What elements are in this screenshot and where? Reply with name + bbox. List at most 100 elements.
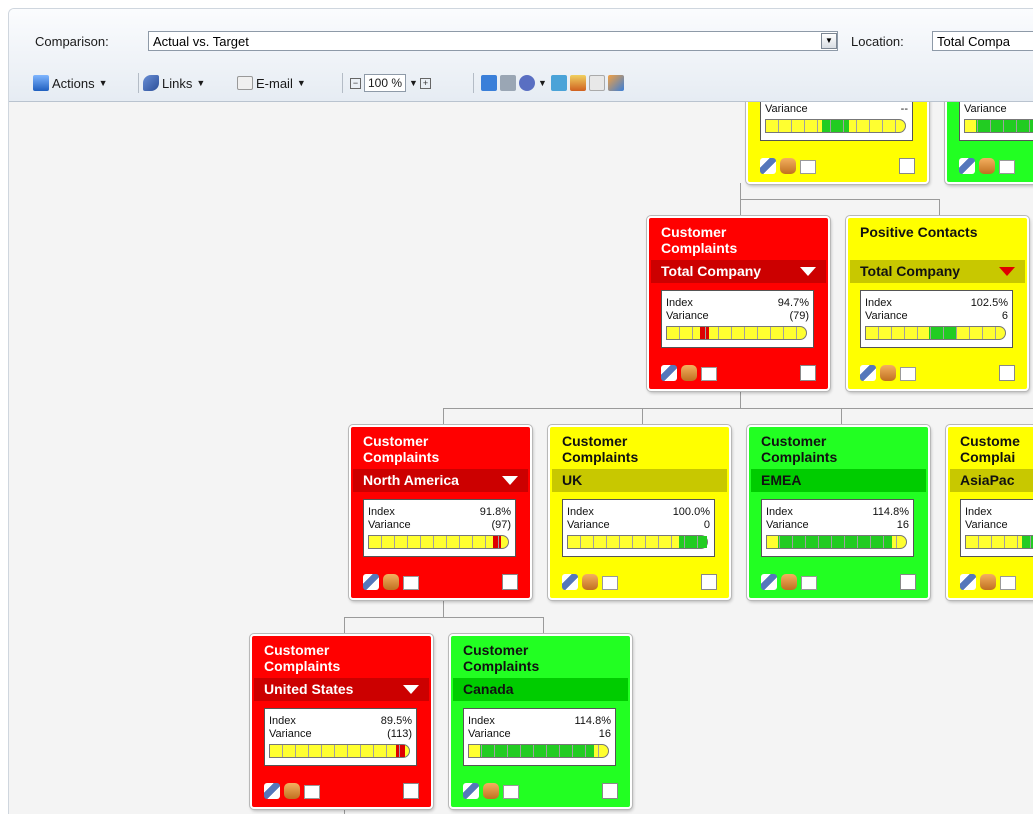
envelope-icon[interactable]: [503, 785, 519, 799]
index-label: Index: [567, 506, 594, 518]
edit-icon[interactable]: [661, 365, 677, 381]
kpi-title-line2: Complaints: [661, 240, 738, 256]
collaborate-icon[interactable]: [582, 574, 598, 590]
kpi-card[interactable]: Customer Complaints EMEA Index 114.8% Varianc…: [747, 425, 930, 600]
edit-icon[interactable]: [761, 574, 777, 590]
zoom-input[interactable]: 100 %: [364, 74, 407, 92]
collaborate-icon[interactable]: [681, 365, 697, 381]
index-value: 102.5%: [970, 297, 1008, 309]
report-icon[interactable]: [502, 574, 518, 590]
layout-icon[interactable]: [569, 75, 586, 91]
kpi-card[interactable]: Positive Contacts Total Company Index 102.5…: [846, 216, 1029, 391]
settings-icon[interactable]: [519, 75, 535, 91]
edit-icon[interactable]: [562, 574, 578, 590]
edit-icon[interactable]: [463, 783, 479, 799]
index-value: 100.0%: [672, 506, 710, 518]
chevron-down-icon[interactable]: ▼: [538, 78, 547, 88]
kpi-location-band: North America: [353, 469, 528, 492]
variance-value: (113): [387, 728, 412, 740]
kpi-card[interactable]: IndexVariance--: [746, 102, 929, 184]
kpi-card[interactable]: Customer Complaints UK Index 100.0% Variance 0: [548, 425, 731, 600]
kpi-actions: [960, 572, 1033, 590]
edit-icon[interactable]: [264, 783, 280, 799]
header-panel: Comparison: Actual vs. Target ▼ Location…: [9, 9, 1033, 102]
report-icon[interactable]: [899, 158, 915, 174]
toolbar-divider: [473, 73, 474, 93]
location-select[interactable]: Total Compa: [932, 31, 1033, 51]
report-icon[interactable]: [701, 574, 717, 590]
envelope-icon[interactable]: [999, 160, 1015, 174]
links-menu[interactable]: Links ▼: [143, 71, 205, 95]
kpi-title: Customer Complaints: [661, 224, 737, 256]
edit-icon[interactable]: [760, 158, 776, 174]
envelope-icon[interactable]: [900, 367, 916, 381]
collaborate-icon[interactable]: [880, 365, 896, 381]
gauge-ticks: [667, 327, 806, 339]
kpi-location-band: AsiaPac: [950, 469, 1033, 492]
email-menu[interactable]: E-mail ▼: [237, 71, 306, 95]
print-icon[interactable]: [500, 75, 516, 91]
save-icon[interactable]: [481, 75, 497, 91]
collaborate-icon[interactable]: [483, 783, 499, 799]
tree-connector: [740, 183, 741, 199]
export-icon[interactable]: [550, 75, 567, 91]
zoom-out-icon[interactable]: −: [350, 77, 361, 89]
share-icon[interactable]: [607, 75, 624, 91]
tree-connector: [543, 617, 544, 633]
actions-menu[interactable]: Actions ▼: [33, 71, 108, 95]
report-icon[interactable]: [900, 574, 916, 590]
edit-icon[interactable]: [959, 158, 975, 174]
chevron-down-icon: ▼: [825, 36, 833, 45]
variance-value: (79): [789, 310, 809, 322]
collaborate-icon[interactable]: [780, 158, 796, 174]
kpi-card[interactable]: Custome Complai AsiaPac Index Variance: [946, 425, 1033, 600]
collaborate-icon[interactable]: [980, 574, 996, 590]
toolbar-divider: [342, 73, 343, 93]
kpi-metrics-box: Index 94.7% Variance (79): [661, 290, 814, 348]
kpi-title-line1: Customer: [562, 433, 628, 449]
edit-icon[interactable]: [363, 574, 379, 590]
kpi-card[interactable]: Customer Complaints United States Index 89.5…: [250, 634, 433, 809]
comparison-dropdown-button[interactable]: ▼: [821, 33, 837, 49]
index-label: Index: [269, 715, 296, 727]
edit-icon[interactable]: [860, 365, 876, 381]
collaborate-icon[interactable]: [383, 574, 399, 590]
kpi-location-label: North America: [363, 472, 459, 488]
blank-page-icon[interactable]: [588, 75, 605, 91]
envelope-icon[interactable]: [602, 576, 618, 590]
kpi-card[interactable]: Customer Complaints Canada Index 114.8% Varia…: [449, 634, 632, 809]
collaborate-icon[interactable]: [979, 158, 995, 174]
envelope-icon[interactable]: [1000, 576, 1016, 590]
chevron-down-icon[interactable]: ▼: [409, 78, 418, 88]
kpi-card[interactable]: Customer Complaints North America Index 91.8…: [349, 425, 532, 600]
scorecard-tree-canvas[interactable]: IndexVariance--IndexVarianceCustomerComp…: [9, 102, 1033, 814]
kpi-card[interactable]: Customer Complaints Total Company Index 94.7…: [647, 216, 830, 391]
collaborate-icon[interactable]: [284, 783, 300, 799]
kpi-actions: [363, 572, 518, 590]
envelope-icon[interactable]: [701, 367, 717, 381]
variance-gauge: [765, 119, 906, 133]
variance-label: Variance: [865, 310, 908, 322]
report-icon[interactable]: [999, 365, 1015, 381]
envelope-icon[interactable]: [403, 576, 419, 590]
collaborate-icon[interactable]: [781, 574, 797, 590]
kpi-title: Customer Complaints: [463, 642, 539, 674]
report-icon[interactable]: [800, 365, 816, 381]
envelope-icon[interactable]: [800, 160, 816, 174]
report-icon[interactable]: [602, 783, 618, 799]
edit-icon[interactable]: [960, 574, 976, 590]
variance-row: Variance (79): [666, 310, 809, 323]
actions-label: Actions: [52, 75, 95, 91]
index-label: Index: [666, 297, 693, 309]
report-icon[interactable]: [403, 783, 419, 799]
zoom-in-icon[interactable]: +: [419, 77, 431, 89]
index-label: Index: [368, 506, 395, 518]
variance-row: Variance: [965, 519, 1033, 532]
envelope-icon[interactable]: [304, 785, 320, 799]
kpi-actions: [562, 572, 717, 590]
envelope-icon[interactable]: [801, 576, 817, 590]
comparison-select[interactable]: Actual vs. Target: [148, 31, 838, 51]
variance-gauge: [269, 744, 410, 758]
kpi-card[interactable]: IndexVariance: [945, 102, 1033, 184]
tree-connector: [344, 617, 345, 633]
